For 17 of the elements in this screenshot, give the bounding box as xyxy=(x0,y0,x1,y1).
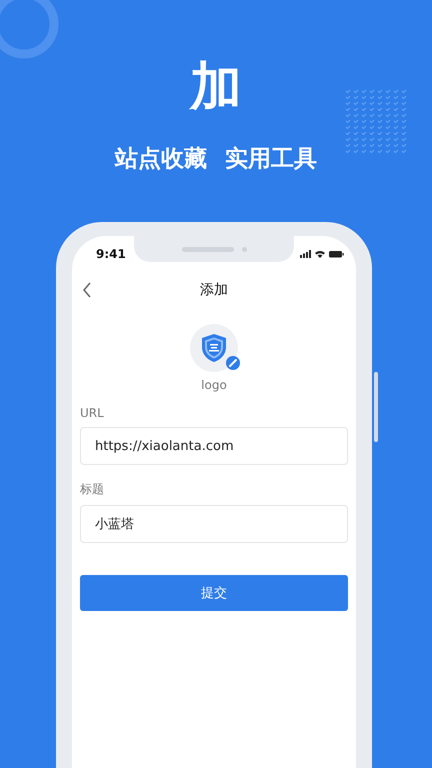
pattern-decoration xyxy=(344,89,408,155)
back-icon[interactable] xyxy=(82,282,92,298)
tagline: 站点收藏 xyxy=(115,145,207,174)
tagline: 实用工具 xyxy=(225,145,317,174)
submit-button[interactable]: 提交 xyxy=(80,575,348,611)
field-label: 标题 xyxy=(80,481,105,498)
status-icons xyxy=(300,249,344,259)
shield-icon xyxy=(201,333,227,363)
edit-icon[interactable] xyxy=(226,356,240,370)
logo-avatar[interactable] xyxy=(190,324,238,372)
input-field[interactable]: https://xiaolanta.com xyxy=(80,427,348,465)
nav-title: 添加 xyxy=(200,281,228,299)
status-time: 9:41 xyxy=(96,247,126,261)
input-field[interactable]: 小蓝塔 xyxy=(80,505,348,543)
headline: 加 xyxy=(190,60,242,114)
field-label: URL xyxy=(80,406,105,420)
logo-label: logo xyxy=(201,378,227,392)
